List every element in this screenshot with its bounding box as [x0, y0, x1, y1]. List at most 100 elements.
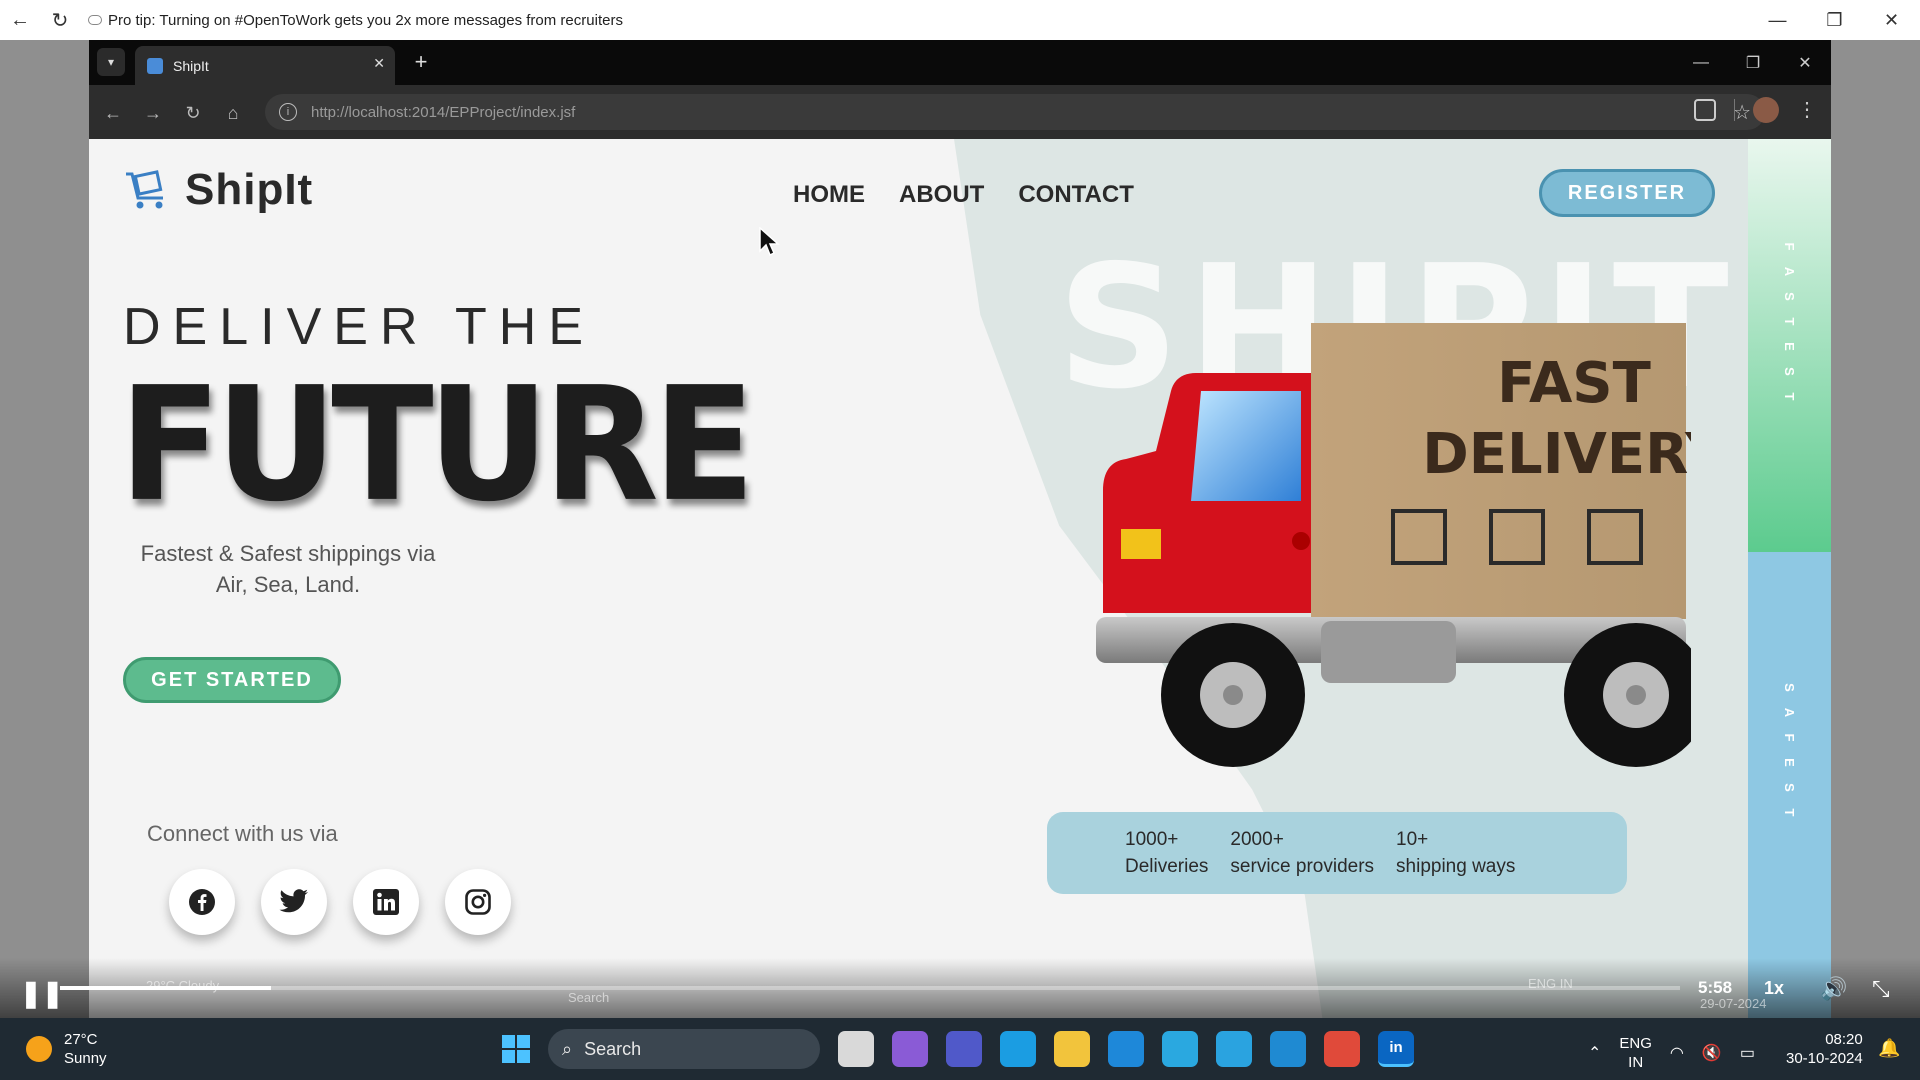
viewer-top-bar: ← ↻ Pro tip: Turning on #OpenToWork gets… [0, 0, 1920, 40]
copilot-icon[interactable] [892, 1031, 928, 1067]
teams-icon[interactable] [946, 1031, 982, 1067]
headline-top: DELIVER THE [123, 298, 596, 356]
get-started-button[interactable]: GET STARTED [123, 657, 341, 703]
brand-name: ShipIt [185, 165, 314, 214]
shipit-webpage: SHIPIT FASTEST SAFEST ShipIt HOME [89, 139, 1831, 1018]
browser-tab[interactable]: ShipIt ✕ [135, 46, 395, 85]
edge-icon[interactable] [1000, 1031, 1036, 1067]
truck-box-line2: DELIVERY [1422, 422, 1691, 487]
eclipse-icon[interactable] [1162, 1031, 1198, 1067]
restore-icon[interactable]: ❐ [1806, 0, 1863, 40]
search-icon: ⌕ [562, 1038, 573, 1059]
playback-speed-button[interactable]: 1x [1764, 978, 1784, 999]
mute-icon[interactable]: 🔇 [1702, 1043, 1722, 1063]
rail-letter: T [1782, 808, 1797, 817]
rail-safest-letters: SAFEST [1748, 675, 1831, 825]
volume-icon[interactable]: 🔊 [1820, 976, 1847, 1002]
battery-icon[interactable]: ▭ [1740, 1043, 1755, 1063]
new-tab-icon[interactable]: + [407, 48, 435, 76]
facebook-icon[interactable] [169, 869, 235, 935]
brand-logo[interactable]: ShipIt [123, 165, 313, 215]
twitter-icon[interactable] [261, 869, 327, 935]
chat-bubble-icon [88, 15, 102, 25]
connect-label: Connect with us via [147, 821, 338, 846]
weather-temperature: 27°C [64, 1031, 98, 1048]
minimize-icon[interactable]: — [1749, 0, 1806, 40]
address-bar-row: ← → ↻ ⌂ i http://localhost:2014/EPProjec… [89, 85, 1831, 139]
nav-contact[interactable]: CONTACT [1018, 181, 1134, 209]
video-time: 5:58 [1698, 978, 1733, 997]
register-button[interactable]: REGISTER [1539, 169, 1715, 217]
toolbar-right: ⋮ [1694, 97, 1831, 123]
sun-icon [26, 1036, 52, 1062]
rail-fastest-text: FASTEST [1748, 234, 1831, 409]
stat-value: 2000+ [1230, 829, 1284, 850]
url-input[interactable]: i http://localhost:2014/EPProject/index.… [265, 94, 1765, 130]
profile-avatar[interactable] [1753, 97, 1779, 123]
browser-back-icon[interactable]: ← [99, 99, 127, 127]
telegram-icon[interactable] [1216, 1031, 1252, 1067]
pro-tip: Pro tip: Turning on #OpenToWork gets you… [88, 12, 623, 29]
stat-shipping-ways: 10+ shipping ways [1396, 826, 1515, 880]
url-text: http://localhost:2014/EPProject/index.js… [311, 103, 576, 121]
browser-restore-icon[interactable]: ❐ [1727, 40, 1779, 85]
mysql-icon[interactable] [1108, 1031, 1144, 1067]
browser-tab-bar: ▾ ShipIt ✕ + — ❐ ✕ [89, 40, 1831, 85]
pause-icon[interactable]: ❚❚ [20, 978, 64, 1009]
task-view-icon[interactable] [838, 1031, 874, 1067]
tab-search-chevron-icon[interactable]: ▾ [97, 48, 125, 76]
delivery-truck-illustration: FAST DELIVERY [1096, 323, 1691, 767]
stat-label: service providers [1230, 856, 1375, 877]
wifi-icon[interactable]: ◠ [1670, 1043, 1684, 1063]
browser-window-controls: — ❐ ✕ [1675, 40, 1831, 85]
language-indicator[interactable]: ENG IN [1619, 1034, 1652, 1072]
recorded-taskbar-search: Search [568, 990, 610, 1005]
taskbar-search[interactable]: ⌕ Search [548, 1029, 820, 1069]
browser-forward-icon[interactable]: → [139, 99, 167, 127]
linkedin-icon[interactable] [353, 869, 419, 935]
lang-line2: IN [1628, 1054, 1644, 1071]
reload-icon[interactable]: ↻ [40, 0, 80, 40]
site-info-icon[interactable]: i [279, 103, 297, 121]
pinned-apps: in [838, 1031, 1414, 1067]
video-player[interactable]: ▾ ShipIt ✕ + — ❐ ✕ ← → ↻ ⌂ i http://loca… [0, 40, 1920, 1018]
more-menu-icon[interactable]: ⋮ [1797, 100, 1817, 120]
browser-reload-icon[interactable]: ↻ [179, 99, 207, 127]
browser-close-icon[interactable]: ✕ [1779, 40, 1831, 85]
clock[interactable]: 08:20 30-10-2024 [1786, 1030, 1863, 1068]
system-tray: ⌃ ENG IN ◠ 🔇 ▭ [1588, 1034, 1755, 1072]
tab-close-icon[interactable]: ✕ [373, 55, 385, 72]
linkedin-app-icon[interactable]: in [1378, 1031, 1414, 1067]
viewer-window-controls: — ❐ ✕ [1749, 0, 1920, 40]
browser-minimize-icon[interactable]: — [1675, 40, 1727, 85]
weather-widget[interactable]: 27°C Sunny [26, 1030, 107, 1068]
nav-about[interactable]: ABOUT [899, 181, 984, 209]
nav-home[interactable]: HOME [793, 181, 865, 209]
rail-letter: T [1782, 392, 1797, 401]
home-icon[interactable]: ⌂ [219, 99, 247, 127]
clock-date: 30-10-2024 [1786, 1050, 1863, 1067]
main-nav: HOME ABOUT CONTACT [793, 181, 1134, 209]
chevron-up-icon[interactable]: ⌃ [1588, 1043, 1601, 1063]
hero-subtitle: Fastest & Safest shippings via Air, Sea,… [140, 541, 436, 597]
notification-icon[interactable]: 🔔 [1878, 1038, 1900, 1059]
back-arrow-icon[interactable]: ← [0, 0, 40, 40]
lang-line1: ENG [1619, 1035, 1652, 1052]
vscode-icon[interactable] [1270, 1031, 1306, 1067]
stat-label: shipping ways [1396, 856, 1516, 877]
taskbar-search-label: Search [584, 1038, 642, 1059]
close-icon[interactable]: ✕ [1863, 0, 1920, 40]
extensions-icon[interactable] [1694, 99, 1716, 121]
weather-condition: Sunny [64, 1050, 107, 1067]
video-progress-bar[interactable] [60, 986, 1680, 990]
recorded-browser-window: ▾ ShipIt ✕ + — ❐ ✕ ← → ↻ ⌂ i http://loca… [89, 40, 1831, 1018]
file-explorer-icon[interactable] [1054, 1031, 1090, 1067]
windows-taskbar: 27°C Sunny ⌕ Search in ⌃ ENG IN ◠ 🔇 ▭ 08… [0, 1018, 1920, 1080]
instagram-icon[interactable] [445, 869, 511, 935]
video-progress-fill [60, 986, 271, 990]
clock-time: 08:20 [1825, 1031, 1863, 1048]
windows-start-icon[interactable] [502, 1035, 530, 1063]
favicon-icon [147, 57, 163, 74]
exit-fullscreen-icon[interactable]: ⤡ [1872, 976, 1890, 1002]
chrome-icon[interactable] [1324, 1031, 1360, 1067]
